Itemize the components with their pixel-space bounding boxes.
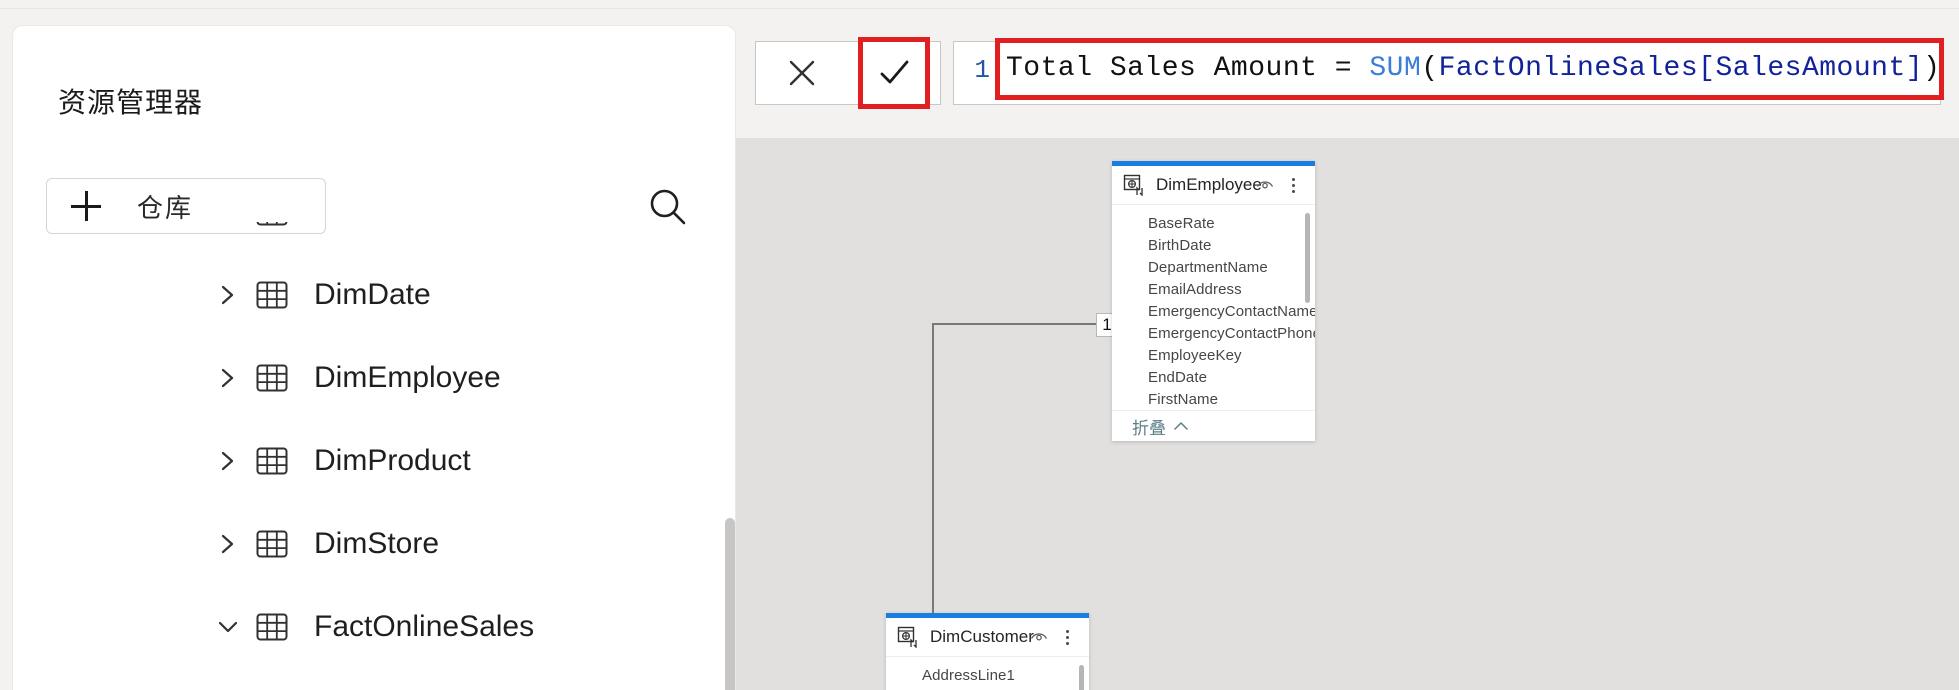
- sidebar-item-label: DimProduct: [314, 443, 471, 477]
- table-card-field-list[interactable]: BaseRate BirthDate DepartmentName EmailA…: [1112, 205, 1315, 410]
- table-card-scrollbar[interactable]: [1079, 665, 1084, 690]
- sidebar-item-label: DimEmployee: [314, 360, 501, 394]
- more-vertical-icon[interactable]: [1285, 174, 1301, 196]
- sidebar-item-label: DimStore: [314, 526, 440, 560]
- field-item: DepartmentName: [1148, 259, 1268, 276]
- sidebar-item-label: FactOnlineSales: [314, 609, 535, 643]
- field-item: BirthDate: [1148, 237, 1212, 254]
- add-warehouse-label: 仓库: [137, 193, 194, 223]
- table-icon: [245, 277, 299, 313]
- sidebar-item-label: DimCustomer: [314, 222, 497, 229]
- table-card-dimcustomer[interactable]: DimCustomer AddressLine1 AddressLine2: [886, 613, 1089, 690]
- chevron-up-icon: [1173, 416, 1189, 436]
- field-item: EmergencyContactName: [1148, 303, 1315, 320]
- relationship-line-segment-horizontal[interactable]: [932, 323, 1114, 325]
- chevron-right-icon[interactable]: [211, 446, 245, 476]
- commit-formula-button[interactable]: [848, 37, 940, 109]
- sidebar-item-dimstore[interactable]: DimStore: [13, 502, 735, 585]
- table-icon: [245, 222, 299, 230]
- table-card-footer: 折叠: [1112, 410, 1315, 441]
- formula-bar: 1 Total Sales Amount = SUM(FactOnlineSal…: [736, 0, 1959, 138]
- formula-input[interactable]: 1 Total Sales Amount = SUM(FactOnlineSal…: [953, 38, 1944, 105]
- field-item: BaseRate: [1148, 215, 1215, 232]
- table-card-dimemployee[interactable]: DimEmployee BaseRate BirthDate Departmen…: [1112, 161, 1315, 441]
- field-item: FirstName: [1148, 391, 1219, 408]
- sidebar-item-dimemployee[interactable]: DimEmployee: [13, 336, 735, 419]
- collapse-label: 折叠: [1132, 418, 1166, 438]
- formula-bar-divider: [736, 8, 1959, 9]
- sidebar-item-dimdate[interactable]: DimDate: [13, 253, 735, 336]
- table-card-scrollbar[interactable]: [1305, 213, 1310, 303]
- plus-icon: [71, 191, 101, 221]
- formula-line-number: 1: [974, 55, 990, 85]
- table-tree: DimCustomer DimDate: [13, 222, 735, 690]
- sidebar-item-dimproduct[interactable]: DimProduct: [13, 419, 735, 502]
- field-item: EmployeeKey: [1148, 347, 1242, 364]
- table-card-field-list[interactable]: AddressLine1 AddressLine2: [886, 657, 1089, 690]
- formula-token-function: SUM: [1369, 53, 1422, 84]
- table-card-title: DimCustomer: [930, 627, 1034, 646]
- page-title: 资源管理器: [58, 87, 204, 118]
- chevron-right-icon[interactable]: [211, 363, 245, 393]
- chevron-right-icon[interactable]: [211, 280, 245, 310]
- field-item: EmergencyContactPhone: [1148, 325, 1315, 342]
- sidebar-item-label: DimDate: [314, 277, 431, 311]
- sidebar-item-dimcustomer[interactable]: DimCustomer: [13, 222, 735, 253]
- sidebar-item-factonlinesales[interactable]: FactOnlineSales: [13, 585, 735, 668]
- field-item: EmailAddress: [1148, 281, 1242, 298]
- formula-actions: [755, 37, 941, 109]
- table-card-header[interactable]: DimEmployee: [1112, 166, 1315, 205]
- field-item: EndDate: [1148, 369, 1208, 386]
- chevron-right-icon[interactable]: [211, 529, 245, 559]
- eye-icon[interactable]: [1255, 175, 1275, 195]
- checkmark-icon: [880, 60, 909, 84]
- formula-token-reference: FactOnlineSales[SalesAmount]: [1438, 53, 1924, 84]
- eye-icon[interactable]: [1029, 627, 1049, 647]
- close-icon: [789, 60, 815, 86]
- table-icon: [245, 609, 299, 645]
- table-card-title: DimEmployee: [1156, 175, 1262, 194]
- formula-text: Total Sales Amount = SUM(FactOnlineSales…: [1006, 53, 1940, 84]
- explorer-panel: 资源管理器 仓库 DimDate DimEmployee DimProduct …: [13, 26, 735, 690]
- chevron-right-icon[interactable]: [211, 222, 245, 227]
- more-vertical-icon[interactable]: [1059, 626, 1075, 648]
- chevron-down-icon[interactable]: [211, 612, 245, 642]
- collapse-table-link[interactable]: 折叠: [1132, 414, 1189, 439]
- table-icon: [245, 360, 299, 396]
- explorer-scrollbar[interactable]: [725, 518, 735, 690]
- formula-token-open-paren: (: [1421, 53, 1439, 84]
- formula-token-name: Total Sales Amount =: [1006, 53, 1370, 84]
- table-card-header[interactable]: DimCustomer: [886, 618, 1089, 657]
- app-root: 资源管理器 仓库 DimDate DimEmployee DimProduct …: [0, 0, 1959, 690]
- table-icon: [245, 443, 299, 479]
- cancel-formula-button[interactable]: [756, 42, 848, 104]
- model-diagram-canvas[interactable]: 1 DimEmployee BaseRate BirthDate Departm…: [736, 138, 1959, 690]
- field-item: AddressLine1: [922, 667, 1015, 684]
- table-icon: [245, 526, 299, 562]
- formula-token-close-paren: ): [1923, 53, 1941, 84]
- table-relationship-icon: [897, 626, 919, 649]
- table-relationship-icon: [1123, 174, 1145, 197]
